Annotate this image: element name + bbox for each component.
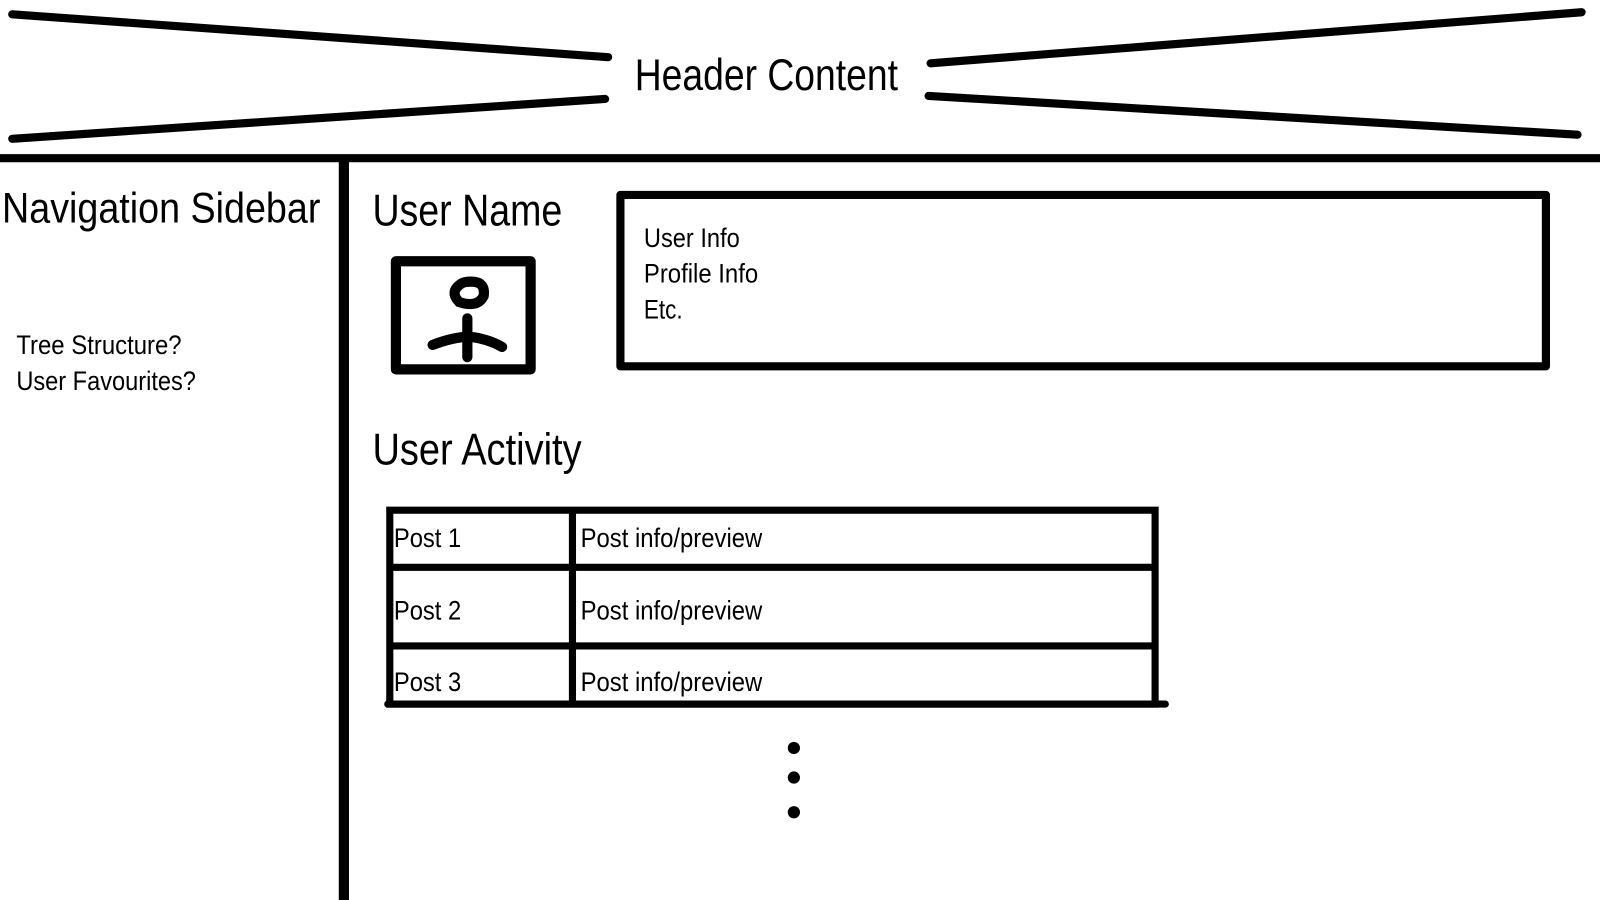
posts-table: Post 1 Post info/preview Post 2 Post inf… [384,506,1169,708]
post-preview: Post info/preview [581,523,763,553]
stick-figure-avatar-icon [427,276,508,363]
sidebar-item-user-favourites[interactable]: User Favourites? [16,366,196,396]
user-activity-section: User Activity Post 1 Post info/preview P… [372,423,1169,819]
sidebar-title: Navigation Sidebar [2,184,320,232]
user-info-box [616,190,1550,371]
header-decor-line [926,8,1586,68]
sidebar-item-tree-structure[interactable]: Tree Structure? [16,330,181,360]
wireframe: Header Content Navigation Sidebar Tree S… [0,8,1600,900]
table-row[interactable]: Post 2 Post info/preview [394,595,763,625]
avatar [390,256,536,375]
navigation-sidebar: Navigation Sidebar Tree Structure? User … [2,161,349,900]
header-decor-line [8,94,610,143]
activity-title: User Activity [372,423,582,474]
header-decor-line [924,91,1582,139]
header-title: Header Content [635,49,899,100]
posts-table-border [386,506,1159,708]
post-title[interactable]: Post 1 [394,523,461,553]
etc-info-line: Etc. [644,294,683,324]
table-row[interactable]: Post 1 Post info/preview [394,523,763,553]
vertical-ellipsis-icon [787,741,800,819]
profile-info-line: Profile Info [644,259,758,289]
post-preview: Post info/preview [581,667,763,697]
header: Header Content [0,8,1600,163]
post-title[interactable]: Post 2 [394,595,461,625]
post-title[interactable]: Post 3 [394,667,461,697]
user-info-line: User Info [644,223,740,253]
user-name: User Name [372,185,562,236]
post-preview: Post info/preview [581,595,763,625]
header-decor-line [8,10,613,62]
table-row[interactable]: Post 3 Post info/preview [394,667,763,697]
profile-section: User Name User Info Profile Info Etc. [372,185,1550,375]
